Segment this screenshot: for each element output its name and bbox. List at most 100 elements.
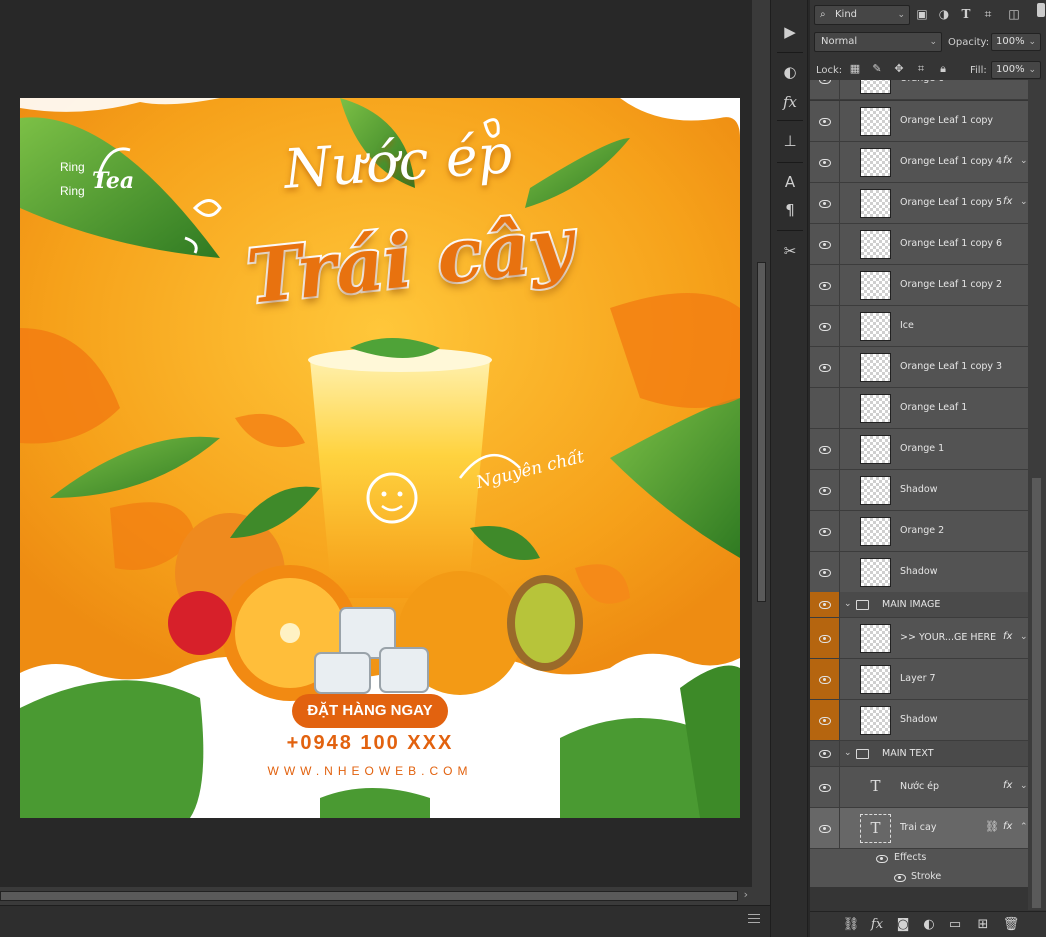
layer-effects-indicator[interactable]: fx [1003, 821, 1012, 832]
visibility-toggle[interactable] [810, 592, 840, 617]
horizontal-scroll-thumb[interactable] [0, 891, 738, 901]
visibility-toggle[interactable] [810, 80, 840, 99]
visibility-toggle[interactable] [810, 659, 840, 699]
visibility-toggle[interactable] [810, 265, 840, 305]
layer-effects-indicator[interactable]: fx [1003, 631, 1012, 642]
layer-row[interactable]: Shadow [810, 700, 1028, 741]
add-mask-icon[interactable]: ◙ [894, 916, 912, 934]
effects-row[interactable]: Effects [810, 849, 1028, 868]
eye-icon[interactable] [894, 874, 906, 882]
layers-scrollbar[interactable] [1028, 80, 1046, 910]
fill-input[interactable]: 100% ⌄ [991, 61, 1041, 79]
visibility-toggle[interactable] [810, 347, 840, 387]
lock-position-icon[interactable]: ✥ [892, 62, 906, 76]
visibility-toggle[interactable] [810, 429, 840, 469]
horizontal-scrollbar[interactable]: › [0, 887, 752, 905]
tools-icon[interactable]: ✂ [778, 240, 802, 262]
opacity-input[interactable]: 100% ⌄ [991, 33, 1041, 51]
layer-row[interactable]: Orange Leaf 1 copy 5 fx ⌄ [810, 183, 1028, 224]
layers-scroll-thumb[interactable] [1032, 478, 1041, 908]
stroke-effect-row[interactable]: Stroke [810, 868, 1028, 887]
layer-effects-indicator[interactable]: fx [1003, 780, 1012, 791]
scroll-right-icon[interactable]: › [744, 888, 748, 901]
blend-mode-select[interactable]: Normal ⌄ [814, 32, 942, 52]
layer-effects-indicator[interactable]: fx [1003, 196, 1012, 207]
layer-effects-indicator[interactable]: fx [1003, 155, 1012, 166]
text-icon[interactable]: A [778, 171, 802, 193]
image-filter-icon[interactable]: ▣ [914, 6, 930, 22]
layer-row[interactable]: Orange Leaf 1 [810, 388, 1028, 429]
visibility-toggle[interactable] [810, 470, 840, 510]
layer-row[interactable]: Shadow [810, 470, 1028, 511]
chevron-up-icon[interactable]: ⌃ [1020, 822, 1028, 832]
visibility-toggle[interactable] [810, 183, 840, 223]
delete-layer-icon[interactable]: 🗑︎ [1002, 916, 1020, 934]
layer-row[interactable]: Layer 7 [810, 659, 1028, 700]
visibility-toggle[interactable] [810, 808, 840, 848]
shape-filter-icon[interactable]: ⌗ [980, 6, 996, 22]
layer-row[interactable]: Ice [810, 306, 1028, 347]
layer-row[interactable]: Orange Leaf 1 copy 2 [810, 265, 1028, 306]
layer-row[interactable]: Shadow [810, 552, 1028, 593]
layer-row[interactable]: Orange Leaf 1 copy 4 fx ⌄ [810, 142, 1028, 183]
new-layer-icon[interactable]: ⊞ [974, 916, 992, 934]
paragraph-icon[interactable]: ¶ [778, 199, 802, 221]
layer-row[interactable]: Orange 1 [810, 429, 1028, 470]
new-group-icon[interactable]: ▭ [946, 916, 964, 934]
vertical-scroll-thumb[interactable] [757, 262, 766, 602]
group-main-image[interactable]: ⌄ MAIN IMAGE [810, 592, 1028, 618]
artwork-canvas[interactable]: Ring Ring Tea Nước ép Trái cây Nguyên ch… [20, 98, 740, 818]
add-style-icon[interactable]: fx [868, 916, 886, 934]
visibility-toggle[interactable] [810, 767, 840, 807]
link-layers-icon[interactable]: ⛓ [842, 916, 860, 934]
visibility-toggle[interactable] [810, 142, 840, 182]
layer-row[interactable]: >> YOUR...GE HERE fx ⌄ [810, 618, 1028, 659]
visibility-toggle[interactable] [810, 224, 840, 264]
adjustment-filter-icon[interactable]: ◑ [936, 6, 952, 22]
visibility-toggle[interactable] [810, 618, 840, 658]
visibility-toggle[interactable] [810, 700, 840, 740]
document-canvas-area[interactable]: Ring Ring Tea Nước ép Trái cây Nguyên ch… [0, 0, 752, 905]
chevron-down-icon[interactable]: ⌄ [844, 599, 852, 609]
new-adjustment-icon[interactable]: ◐ [920, 916, 938, 934]
chevron-down-icon[interactable]: ⌄ [1020, 632, 1028, 642]
text-layer-row[interactable]: T Trai cay ⛓ fx ⌃ [810, 808, 1028, 849]
eye-icon [819, 118, 831, 126]
eye-icon [819, 635, 831, 643]
visibility-toggle[interactable] [810, 741, 840, 766]
layer-row[interactable]: Orange Leaf 1 copy [810, 101, 1028, 142]
eye-icon[interactable] [876, 855, 888, 863]
layer-row[interactable]: Orange Leaf 1 copy 3 [810, 347, 1028, 388]
chevron-down-icon[interactable]: ⌄ [1020, 156, 1028, 166]
status-menu-icon[interactable] [748, 914, 760, 923]
fx-icon[interactable]: fx [778, 91, 802, 113]
kind-filter-select[interactable]: ⌕ Kind ⌄ [814, 5, 910, 25]
smart-object-filter-icon[interactable]: ◫ [1006, 6, 1022, 22]
layer-row[interactable]: Orange 6 [810, 80, 1028, 100]
visibility-toggle[interactable] [810, 101, 840, 141]
text-layer-row[interactable]: T Nước ép fx ⌄ [810, 767, 1028, 808]
lock-paint-icon[interactable]: ✎ [870, 62, 884, 76]
link-icon[interactable]: ⛓ [985, 820, 999, 833]
group-main-text[interactable]: ⌄ MAIN TEXT [810, 741, 1028, 767]
chevron-down-icon[interactable]: ⌄ [844, 748, 852, 758]
visibility-toggle[interactable] [810, 306, 840, 346]
filter-toggle[interactable] [1037, 3, 1045, 17]
cta-button[interactable]: ĐẶT HÀNG NGAY [292, 694, 448, 728]
adjust-icon[interactable]: ◐ [778, 61, 802, 83]
stamp-icon[interactable]: ⊥ [778, 130, 802, 152]
play-icon[interactable]: ▶ [778, 21, 802, 43]
visibility-toggle[interactable] [810, 552, 840, 592]
vertical-scrollbar[interactable] [752, 0, 770, 905]
type-filter-icon[interactable]: T [958, 6, 974, 22]
layer-list[interactable]: Orange 6 Orange Leaf 1 copy Orange Leaf 1 … [810, 80, 1046, 910]
layer-row[interactable]: Orange Leaf 1 copy 6 [810, 224, 1028, 265]
chevron-down-icon[interactable]: ⌄ [1020, 197, 1028, 207]
visibility-toggle[interactable] [810, 388, 840, 428]
lock-all-icon[interactable]: 🔒︎ [936, 62, 950, 76]
layer-row[interactable]: Orange 2 [810, 511, 1028, 552]
chevron-down-icon[interactable]: ⌄ [1020, 781, 1028, 791]
lock-transparent-icon[interactable]: ▦ [848, 62, 862, 76]
lock-artboard-icon[interactable]: ⌗ [914, 62, 928, 76]
visibility-toggle[interactable] [810, 511, 840, 551]
